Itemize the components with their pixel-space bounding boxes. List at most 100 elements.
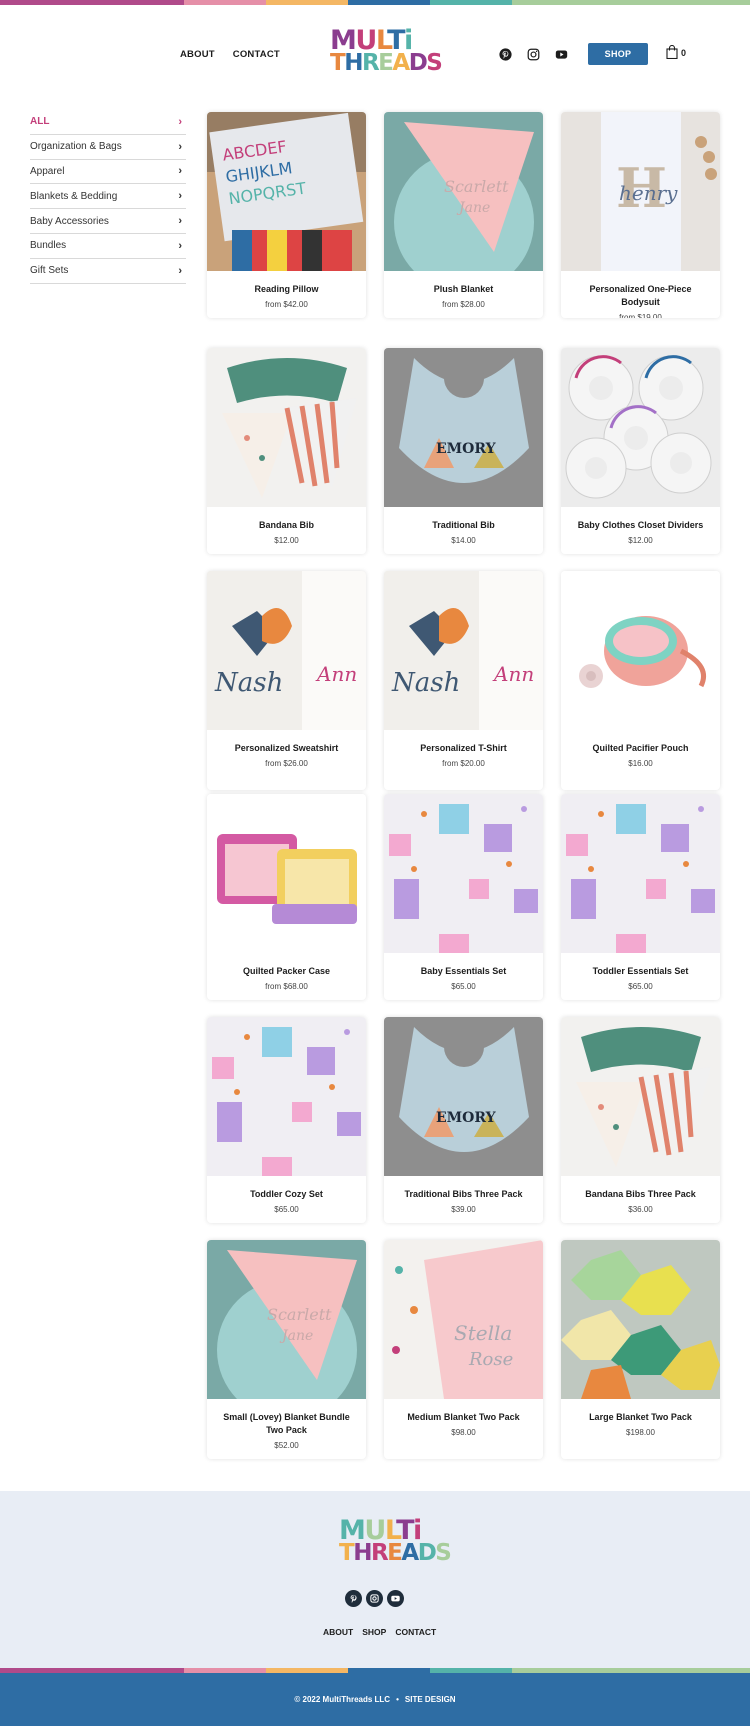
- footer-logo[interactable]: MULTi THREADS: [339, 1517, 452, 1575]
- product-title[interactable]: Quilted Packer Case: [207, 965, 366, 978]
- product-image[interactable]: [207, 1017, 366, 1176]
- product-card-baby-essentials-set[interactable]: Baby Essentials Set $65.00: [384, 794, 543, 1000]
- product-card-personalized-one-piece-bodysuit[interactable]: H henry Personalized One-Piece Bodysuit fr…: [561, 112, 720, 318]
- product-price: $65.00: [628, 982, 653, 991]
- svg-text:Rose: Rose: [468, 1349, 513, 1370]
- product-image[interactable]: ABCDEF GHIJKLM NOPQRST: [207, 112, 366, 271]
- product-image-art: [207, 794, 366, 953]
- product-card-plush-blanket[interactable]: Scarlett Jane Plush Blanket from $28.00: [384, 112, 543, 318]
- product-card-reading-pillow[interactable]: ABCDEF GHIJKLM NOPQRST Reading Pillow fro…: [207, 112, 366, 318]
- sidebar-item-all[interactable]: ALL ›: [30, 110, 186, 135]
- product-title[interactable]: Toddler Essentials Set: [561, 965, 720, 978]
- youtube-icon[interactable]: [387, 1590, 404, 1607]
- product-image[interactable]: [207, 794, 366, 953]
- header-nav: ABOUT CONTACT: [180, 49, 280, 60]
- product-card-medium-blanket-two-pack[interactable]: Stella Rose Medium Blanket Two Pack $98.00: [384, 1240, 543, 1459]
- product-title[interactable]: Personalized T-Shirt: [384, 742, 543, 755]
- product-image[interactable]: [384, 794, 543, 953]
- sidebar-item-blankets-bedding[interactable]: Blankets & Bedding ›: [30, 184, 186, 210]
- product-image-art: Stella Rose: [384, 1240, 543, 1399]
- youtube-icon[interactable]: [554, 47, 568, 61]
- product-title[interactable]: Bandana Bibs Three Pack: [561, 1188, 720, 1201]
- product-title[interactable]: Plush Blanket: [384, 283, 543, 296]
- product-title[interactable]: Baby Essentials Set: [384, 965, 543, 978]
- product-image[interactable]: Nash Ann: [207, 571, 366, 730]
- product-image-art: [561, 348, 720, 507]
- product-card-quilted-pacifier-pouch[interactable]: Quilted Pacifier Pouch $16.00: [561, 571, 720, 790]
- footer-about-link[interactable]: ABOUT: [323, 1627, 353, 1637]
- product-price: $65.00: [274, 1205, 299, 1214]
- svg-text:henry: henry: [619, 181, 678, 205]
- product-image[interactable]: Nash Ann: [384, 571, 543, 730]
- instagram-icon[interactable]: [366, 1590, 383, 1607]
- product-title[interactable]: Bandana Bib: [207, 519, 366, 532]
- instagram-icon[interactable]: [526, 47, 540, 61]
- sidebar-item-bundles[interactable]: Bundles ›: [30, 234, 186, 259]
- svg-text:Scarlett: Scarlett: [267, 1305, 332, 1324]
- footer-shop-link[interactable]: SHOP: [362, 1627, 386, 1637]
- site-logo[interactable]: MULTi THREADS: [330, 27, 443, 85]
- product-title[interactable]: Medium Blanket Two Pack: [384, 1411, 543, 1424]
- shop-button[interactable]: SHOP: [588, 43, 648, 65]
- product-title[interactable]: Reading Pillow: [207, 283, 366, 296]
- product-image[interactable]: H henry: [561, 112, 720, 271]
- product-image[interactable]: [207, 348, 366, 507]
- product-card-personalized-sweatshirt[interactable]: Nash Ann Personalized Sweatshirt from $26.…: [207, 571, 366, 790]
- product-image-art: [384, 794, 543, 953]
- product-image[interactable]: [561, 1017, 720, 1176]
- product-title[interactable]: Personalized Sweatshirt: [207, 742, 366, 755]
- pinterest-icon[interactable]: [345, 1590, 362, 1607]
- product-card-bandana-bibs-three-pack[interactable]: Bandana Bibs Three Pack $36.00: [561, 1017, 720, 1223]
- product-card-baby-clothes-closet-dividers[interactable]: Baby Clothes Closet Dividers $12.00: [561, 348, 720, 554]
- svg-text:Stella: Stella: [454, 1321, 512, 1345]
- blanket-name-text: Scarlett: [444, 177, 509, 196]
- product-title[interactable]: Quilted Pacifier Pouch: [561, 742, 720, 755]
- sidebar-item-label: Gift Sets: [30, 265, 69, 277]
- footer-nav: ABOUT SHOP CONTACT: [323, 1627, 436, 1637]
- product-title[interactable]: Toddler Cozy Set: [207, 1188, 366, 1201]
- sidebar-item-baby-accessories[interactable]: Baby Accessories ›: [30, 209, 186, 234]
- svg-text:Nash: Nash: [214, 668, 283, 698]
- product-card-traditional-bib[interactable]: EMORY Traditional Bib $14.00: [384, 348, 543, 554]
- product-card-quilted-packer-case[interactable]: Quilted Packer Case from $68.00: [207, 794, 366, 1000]
- cart-button[interactable]: 0: [666, 44, 686, 61]
- nav-about-link[interactable]: ABOUT: [180, 49, 215, 60]
- sidebar-item-gift-sets[interactable]: Gift Sets ›: [30, 259, 186, 284]
- product-image[interactable]: Scarlett Jane: [207, 1240, 366, 1399]
- pinterest-icon[interactable]: [498, 47, 512, 61]
- product-card-traditional-bibs-three-pack[interactable]: EMORY Traditional Bibs Three Pack $39.00: [384, 1017, 543, 1223]
- sidebar-item-apparel[interactable]: Apparel ›: [30, 160, 186, 185]
- footer-contact-link[interactable]: CONTACT: [395, 1627, 436, 1637]
- nav-contact-link[interactable]: CONTACT: [233, 49, 280, 60]
- product-title[interactable]: Traditional Bib: [384, 519, 543, 532]
- product-image[interactable]: EMORY: [384, 348, 543, 507]
- product-title[interactable]: Small (Lovey) Blanket Bundle Two Pack: [207, 1411, 366, 1437]
- sidebar-item-label: Apparel: [30, 165, 65, 177]
- site-header: ABOUT CONTACT MULTi THREADS SHOP 0: [0, 5, 750, 101]
- product-image[interactable]: Stella Rose: [384, 1240, 543, 1399]
- product-title[interactable]: Baby Clothes Closet Dividers: [561, 519, 720, 532]
- product-title[interactable]: Traditional Bibs Three Pack: [384, 1188, 543, 1201]
- product-image[interactable]: Scarlett Jane: [384, 112, 543, 271]
- product-card-bandana-bib[interactable]: Bandana Bib $12.00: [207, 348, 366, 554]
- product-price: from $20.00: [442, 759, 485, 768]
- product-card-small-lovey-blanket-bundle-two-pack[interactable]: Scarlett Jane Small (Lovey) Blanket Bundl…: [207, 1240, 366, 1459]
- product-card-personalized-t-shirt[interactable]: Nash Ann Personalized T-Shirt from $20.00: [384, 571, 543, 790]
- sidebar-item-organization-bags[interactable]: Organization & Bags ›: [30, 135, 186, 160]
- product-title[interactable]: Personalized One-Piece Bodysuit: [561, 283, 720, 309]
- product-image[interactable]: [561, 1240, 720, 1399]
- product-card-toddler-essentials-set[interactable]: Toddler Essentials Set $65.00: [561, 794, 720, 1000]
- product-price: $14.00: [451, 536, 476, 545]
- product-title[interactable]: Large Blanket Two Pack: [561, 1411, 720, 1424]
- product-price: $39.00: [451, 1205, 476, 1214]
- header-social: [498, 47, 568, 61]
- product-card-large-blanket-two-pack[interactable]: Large Blanket Two Pack $198.00: [561, 1240, 720, 1459]
- product-image[interactable]: [561, 571, 720, 730]
- product-image[interactable]: EMORY: [384, 1017, 543, 1176]
- product-image[interactable]: [561, 794, 720, 953]
- site-design-link[interactable]: SITE DESIGN: [405, 1695, 456, 1704]
- product-card-toddler-cozy-set[interactable]: Toddler Cozy Set $65.00: [207, 1017, 366, 1223]
- product-image[interactable]: [561, 348, 720, 507]
- svg-text:Jane: Jane: [456, 200, 490, 216]
- footer-logo-line-2: THREADS: [339, 1540, 452, 1566]
